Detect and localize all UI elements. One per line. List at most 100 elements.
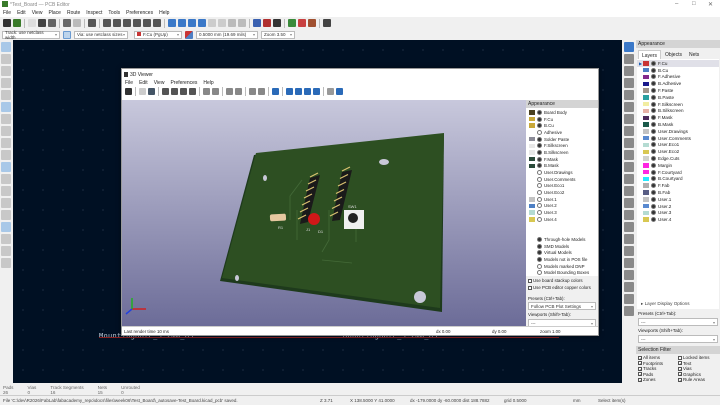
checkbox[interactable]: ✓ <box>678 377 682 382</box>
3d-layer-color-swatch[interactable] <box>529 184 535 189</box>
visibility-eye-icon[interactable] <box>651 135 656 141</box>
visibility-hidden-icon[interactable] <box>537 183 542 189</box>
netlist-icon[interactable] <box>288 19 296 27</box>
high-contrast-icon[interactable] <box>1 198 11 208</box>
rotate-x-ccw-icon[interactable] <box>212 88 219 95</box>
3d-menu-view[interactable]: View <box>154 80 165 86</box>
visibility-eye-icon[interactable] <box>537 243 542 249</box>
3d-model-row[interactable]: Models marked DNP <box>526 263 598 270</box>
layer-color-swatch[interactable] <box>643 156 649 161</box>
visibility-eye-icon[interactable] <box>651 88 656 94</box>
draw-polygon-icon[interactable] <box>624 198 634 208</box>
footprint-editor-icon[interactable] <box>263 19 271 27</box>
save-icon[interactable] <box>3 19 11 27</box>
filter-tracks[interactable]: ✓ Tracks <box>638 366 678 371</box>
layer-row[interactable]: User.4 <box>637 216 719 223</box>
visibility-eye-icon[interactable] <box>537 123 542 129</box>
visibility-eye-icon[interactable] <box>651 115 656 121</box>
checkbox[interactable]: ✓ <box>638 377 642 382</box>
3d-option-checkbox[interactable]: Use PCB editor copper colors <box>528 284 596 291</box>
visibility-eye-icon[interactable] <box>537 136 542 142</box>
layer-color-swatch[interactable] <box>643 203 649 209</box>
route-diff-pair-icon[interactable] <box>624 90 634 100</box>
visibility-eye-icon[interactable] <box>537 116 542 122</box>
visibility-eye-icon[interactable] <box>651 183 656 189</box>
tab-objects[interactable]: Objects <box>662 50 685 59</box>
visibility-eye-icon[interactable] <box>537 163 542 169</box>
3d-layer-row[interactable]: F.Silkscreen <box>526 142 598 149</box>
grid-select[interactable]: 0.5000 mm (19.69 mils) ▾ <box>196 30 258 39</box>
3d-layer-color-swatch[interactable] <box>529 123 535 128</box>
filter-zones[interactable]: ✓ Zones <box>638 377 678 382</box>
place-origin-icon[interactable] <box>624 282 634 292</box>
via-sketch-icon[interactable] <box>1 174 11 184</box>
draw-arc-icon[interactable] <box>624 162 634 172</box>
zoom-out-icon[interactable] <box>123 19 131 27</box>
draw-rectangle-icon[interactable] <box>624 174 634 184</box>
scripting-icon[interactable] <box>308 19 316 27</box>
menu-tools[interactable]: Tools <box>108 10 120 16</box>
draw-line-icon[interactable] <box>624 150 634 160</box>
layer-row[interactable]: F.Courtyard <box>637 169 719 176</box>
layer-color-swatch[interactable] <box>643 183 649 188</box>
3d-layer-color-swatch[interactable] <box>529 130 535 135</box>
filter-locked-items[interactable]: Locked items <box>678 355 718 360</box>
maximize-button[interactable]: □ <box>692 1 696 7</box>
rotate-y-cw-icon[interactable] <box>226 88 233 95</box>
place-footprint-icon[interactable] <box>624 66 634 76</box>
menu-view[interactable]: View <box>32 10 43 16</box>
layer-color-swatch[interactable] <box>643 176 649 182</box>
visibility-hidden-icon[interactable] <box>537 210 542 216</box>
3d-layer-color-swatch[interactable] <box>529 217 535 222</box>
3d-layer-color-swatch[interactable] <box>529 143 535 149</box>
pan-up-icon[interactable] <box>304 88 311 95</box>
visibility-eye-icon[interactable] <box>651 108 656 114</box>
layer-row[interactable]: User.1 <box>637 196 719 203</box>
3d-viewer-icon[interactable] <box>273 19 281 27</box>
rotate-z-cw-icon[interactable] <box>249 88 256 95</box>
visibility-eye-icon[interactable] <box>651 94 656 100</box>
layer-color-swatch[interactable] <box>643 163 649 168</box>
3d-model-row[interactable]: Models not in POS file <box>526 256 598 263</box>
mirror-icon[interactable] <box>198 19 206 27</box>
perspective-icon[interactable] <box>336 88 343 95</box>
lock-icon[interactable] <box>228 19 236 27</box>
flip-board-icon[interactable] <box>272 88 279 95</box>
checkbox[interactable]: ✓ <box>638 366 642 371</box>
appearance-icon[interactable] <box>1 258 11 268</box>
rotate-z-ccw-icon[interactable] <box>258 88 265 95</box>
local-ratsnest-icon[interactable] <box>624 54 634 64</box>
ortho-icon[interactable] <box>327 88 334 95</box>
zoom-select[interactable]: Zoom 3.50 ▾ <box>261 30 295 39</box>
3d-model-row[interactable]: Through-hole Models <box>526 236 598 243</box>
visibility-hidden-icon[interactable] <box>537 203 542 209</box>
3d-layer-row[interactable]: B.Mask <box>526 163 598 170</box>
visibility-eye-icon[interactable] <box>537 109 542 115</box>
polar-coords-icon[interactable] <box>1 54 11 64</box>
add-textbox-icon[interactable] <box>624 246 634 256</box>
3d-layer-color-swatch[interactable] <box>529 203 535 209</box>
visibility-eye-icon[interactable] <box>651 101 656 107</box>
menu-place[interactable]: Place <box>48 10 61 16</box>
layer-color-swatch[interactable] <box>643 217 649 222</box>
checkbox[interactable]: ✓ <box>638 361 642 366</box>
measure-icon[interactable] <box>624 306 634 316</box>
menu-help[interactable]: Help <box>159 10 169 16</box>
layer-row[interactable]: User.Drawings <box>637 128 719 135</box>
visibility-eye-icon[interactable] <box>651 217 656 223</box>
net-inspector-icon[interactable] <box>1 210 11 220</box>
layer-row[interactable]: User.Eco1 <box>637 142 719 149</box>
layer-color-swatch[interactable] <box>643 149 649 154</box>
draw-circle-icon[interactable] <box>624 186 634 196</box>
delete-icon[interactable] <box>624 294 634 304</box>
visibility-hidden-icon[interactable] <box>537 170 542 176</box>
layers-manager-icon[interactable] <box>1 222 11 232</box>
3d-layer-color-swatch[interactable] <box>529 177 535 182</box>
layer-color-swatch[interactable] <box>643 142 649 148</box>
layer-row[interactable]: B.Adhesive <box>637 80 719 87</box>
layer-display-options[interactable]: ▸ Layer Display Options <box>637 299 719 309</box>
visibility-hidden-icon[interactable] <box>537 176 542 182</box>
layer-row[interactable]: F.Fab <box>637 182 719 189</box>
visibility-hidden-icon[interactable] <box>537 216 542 222</box>
pan-down-icon[interactable] <box>313 88 320 95</box>
